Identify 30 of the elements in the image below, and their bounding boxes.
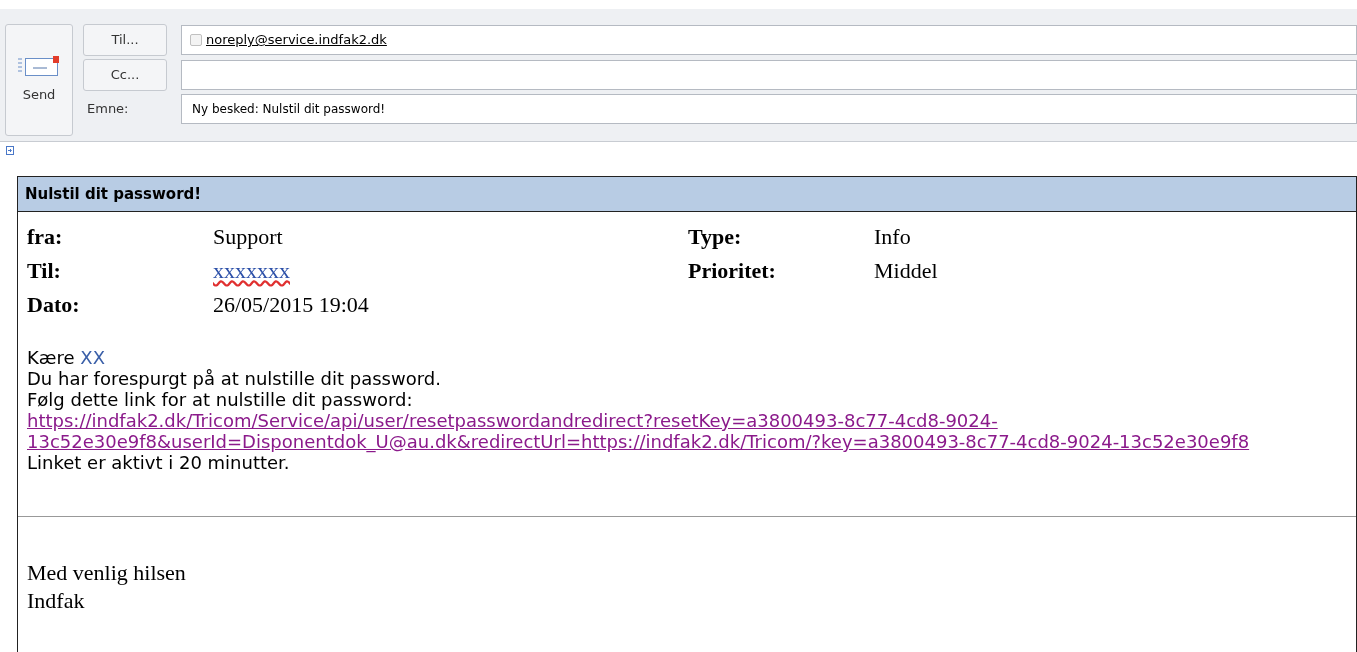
envelope-icon: [17, 55, 61, 78]
to-button[interactable]: Til...: [83, 24, 167, 56]
expand-icon[interactable]: [6, 146, 14, 155]
cc-button[interactable]: Cc...: [83, 59, 167, 91]
field-label: Type:: [688, 222, 743, 251]
field-value: Support: [213, 222, 283, 251]
cc-field[interactable]: [181, 60, 1357, 90]
field-label: Dato:: [27, 290, 81, 319]
recipient-name: XX: [80, 347, 105, 368]
body-text: Følg dette link for at nulstille dit password:: [27, 389, 414, 410]
recipient-address[interactable]: noreply@service.indfak2.dk: [206, 30, 387, 50]
field-value: Info: [874, 222, 911, 251]
message-title: Nulstil dit password!: [25, 183, 202, 205]
field-label: fra:: [27, 222, 64, 251]
send-button[interactable]: Send: [5, 24, 73, 136]
field-value: 26/05/2015 19:04: [213, 290, 369, 319]
contact-checkbox-icon: [190, 34, 202, 46]
greeting-text: Kære XX: [27, 347, 106, 368]
body-text: Linket er aktivt i 20 minutter.: [27, 452, 290, 473]
subject-label: Emne:: [86, 100, 130, 119]
recipient-link[interactable]: xxxxxxx: [213, 253, 290, 287]
closing-text: Med venlig hilsen: [27, 559, 187, 587]
subject-field[interactable]: Ny besked: Nulstil dit password!: [181, 94, 1357, 124]
body-text: Du har forespurgt på at nulstille dit password.: [27, 368, 442, 389]
reset-link[interactable]: https://indfak2.dk/Tricom/Service/api/user/resetpasswordandredirect?resetKey=a3800493-8c77-4cd8-9024-13c52e30e9f8&userId=Disponentdok_U@au.dk&redirectUrl=https://indfak2.dk/Tricom/?key=a3800493-8c77-4cd8-9024-13c52e30e9f8: [27, 410, 1342, 452]
to-field[interactable]: noreply@service.indfak2.dk: [181, 25, 1357, 55]
field-label: Prioritet:: [688, 256, 777, 285]
field-value: Middel: [874, 256, 938, 285]
signature-text: Indfak: [27, 587, 86, 615]
field-label: Til:: [27, 256, 62, 285]
